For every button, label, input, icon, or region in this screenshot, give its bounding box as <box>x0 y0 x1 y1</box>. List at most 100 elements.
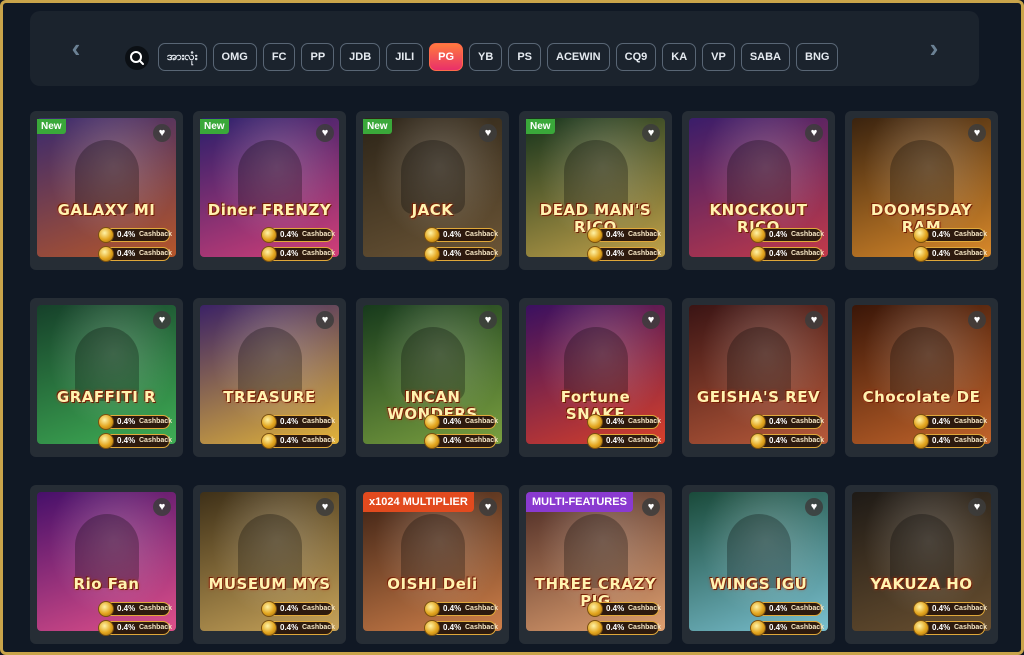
cashback-percent: 0.4% <box>606 230 625 239</box>
cashback-label: Cashback <box>465 250 499 257</box>
cashback-percent: 0.4% <box>769 249 788 258</box>
new-badge: New <box>37 119 66 134</box>
cashback-label: Cashback <box>791 624 825 631</box>
scroll-left-arrow-icon[interactable]: ‹ <box>66 35 86 61</box>
cashback-percent: 0.4% <box>443 230 462 239</box>
provider-chip[interactable]: PG <box>429 43 464 71</box>
coin-icon <box>587 227 603 243</box>
cashback-label: Cashback <box>302 231 336 238</box>
provider-chip[interactable]: VP <box>702 43 735 71</box>
provider-chip[interactable]: OMG <box>212 43 257 71</box>
game-card[interactable]: GRAFFITI R ♥ 0.4% Cashback 0.4% Cashback <box>30 298 183 457</box>
favorite-heart-icon[interactable]: ♥ <box>642 124 660 142</box>
cashback-badge: 0.4% Cashback <box>98 433 172 449</box>
favorite-heart-icon[interactable]: ♥ <box>968 124 986 142</box>
favorite-heart-icon[interactable]: ♥ <box>805 311 823 329</box>
game-card[interactable]: KNOCKOUT RICO♥0.4%Cashback0.4%Cashback <box>682 111 835 270</box>
game-card[interactable]: GALAXY MI New ♥ 0.4% Cashback 0.4% Cashback <box>30 111 183 270</box>
game-card[interactable]: GEISHA'S REV ♥ 0.4% Cashback 0.4% Cashback <box>682 298 835 457</box>
game-card[interactable]: OISHI Deli x1024 MULTIPLIER ♥ 0.4% Cashback 0… <box>356 485 509 644</box>
cashback-percent: 0.4% <box>606 623 625 632</box>
cashback-badge: 0.4% Cashback <box>261 246 336 262</box>
favorite-heart-icon[interactable]: ♥ <box>316 311 334 329</box>
cashback-label: Cashback <box>302 250 336 257</box>
new-badge: New <box>363 119 392 134</box>
coin-icon <box>424 414 440 430</box>
provider-chip[interactable]: ACEWIN <box>547 43 610 71</box>
cashback-badge: 0.4% Cashback <box>750 433 824 449</box>
coin-icon <box>750 227 766 243</box>
cashback-percent: 0.4% <box>932 417 951 426</box>
coin-icon <box>750 620 766 636</box>
favorite-heart-icon[interactable]: ♥ <box>968 498 986 516</box>
provider-chip[interactable]: BNG <box>796 43 839 71</box>
coin-icon <box>587 433 603 449</box>
cashback-percent: 0.4% <box>280 417 299 426</box>
coin-icon <box>587 246 603 262</box>
favorite-heart-icon[interactable]: ♥ <box>479 124 497 142</box>
cashback-percent: 0.4% <box>280 623 299 632</box>
favorite-heart-icon[interactable]: ♥ <box>805 498 823 516</box>
game-card[interactable]: JACK New ♥ 0.4% Cashback 0.4% Cashback <box>356 111 509 270</box>
cashback-percent: 0.4% <box>606 604 625 613</box>
coin-icon <box>261 246 277 262</box>
cashback-percent: 0.4% <box>769 417 788 426</box>
provider-chip[interactable]: FC <box>262 43 296 71</box>
favorite-heart-icon[interactable]: ♥ <box>805 124 823 142</box>
game-title: GRAFFITI R <box>56 388 157 406</box>
cashback-label: Cashback <box>628 231 662 238</box>
favorite-heart-icon[interactable]: ♥ <box>153 498 171 516</box>
provider-chip[interactable]: KA <box>662 43 697 71</box>
game-card[interactable]: Diner FRENZY New ♥ 0.4% Cashback 0.4% Cashback <box>193 111 346 270</box>
game-title: OISHI Deli <box>387 575 478 593</box>
favorite-heart-icon[interactable]: ♥ <box>479 311 497 329</box>
game-card[interactable]: MUSEUM MYS ♥ 0.4% Cashback 0.4% Cashback <box>193 485 346 644</box>
cashback-percent: 0.4% <box>280 436 299 445</box>
game-card[interactable]: YAKUZA HO ♥ 0.4% Cashback 0.4% Cashback <box>845 485 998 644</box>
scroll-right-arrow-icon[interactable]: › <box>924 35 944 61</box>
game-card[interactable]: WINGS IGU ♥ 0.4% Cashback 0.4% Cashback <box>682 485 835 644</box>
provider-chip[interactable]: PP <box>301 43 335 71</box>
provider-chip[interactable]: JDB <box>340 43 381 71</box>
provider-chip[interactable]: SABA <box>740 43 790 71</box>
feature-banner: MULTI-FEATURES <box>526 492 633 512</box>
game-card[interactable]: DEAD MAN'S RICONew♥0.4%Cashback0.4%Cashb… <box>519 111 672 270</box>
cashback-label: Cashback <box>628 605 662 612</box>
favorite-heart-icon[interactable]: ♥ <box>316 124 334 142</box>
cashback-label: Cashback <box>791 418 825 425</box>
favorite-heart-icon[interactable]: ♥ <box>479 498 497 516</box>
game-title: YAKUZA HO <box>870 575 973 593</box>
coin-icon <box>261 620 277 636</box>
game-card[interactable]: Fortune SNAKE♥0.4%Cashback0.4%Cashback <box>519 298 672 457</box>
game-card[interactable]: DOOMSDAY RAM♥0.4%Cashback0.4%Cashback <box>845 111 998 270</box>
provider-chip[interactable]: အားလုံး <box>158 43 207 71</box>
game-card[interactable]: THREE CRAZY PIGMULTI-FEATURES♥0.4%Cashba… <box>519 485 672 644</box>
provider-chip-list: အားလုံး OMG FC PP JDB JILI PG YB PS ACEWIN CQ9 KA VP… <box>158 43 839 71</box>
cashback-label: Cashback <box>628 624 662 631</box>
cashback-percent: 0.4% <box>443 604 462 613</box>
provider-chip[interactable]: PS <box>508 43 542 71</box>
provider-chip[interactable]: CQ9 <box>615 43 657 71</box>
game-card[interactable]: INCAN WONDERS♥0.4%Cashback0.4%Cashback <box>356 298 509 457</box>
app-frame: ‹ အားလုံး OMG FC PP JDB JILI PG YB PS ACEWIN CQ9 KA… <box>0 0 1024 655</box>
game-card[interactable]: Chocolate DE ♥ 0.4% Cashback 0.4% Cashback <box>845 298 998 457</box>
search-button[interactable] <box>125 46 149 70</box>
coin-icon <box>261 227 277 243</box>
favorite-heart-icon[interactable]: ♥ <box>153 311 171 329</box>
favorite-heart-icon[interactable]: ♥ <box>642 498 660 516</box>
cashback-badge: 0.4% Cashback <box>98 601 172 617</box>
cashback-badge: 0.4% Cashback <box>424 414 498 430</box>
favorite-heart-icon[interactable]: ♥ <box>642 311 660 329</box>
cashback-percent: 0.4% <box>443 249 462 258</box>
cashback-percent: 0.4% <box>769 436 788 445</box>
favorite-heart-icon[interactable]: ♥ <box>153 124 171 142</box>
game-card[interactable]: TREASURE ♥ 0.4% Cashback 0.4% Cashback <box>193 298 346 457</box>
cashback-badge: 0.4% Cashback <box>587 601 662 617</box>
provider-chip[interactable]: JILI <box>386 43 424 71</box>
game-card[interactable]: Rio Fan ♥ 0.4% Cashback 0.4% Cashback <box>30 485 183 644</box>
favorite-heart-icon[interactable]: ♥ <box>968 311 986 329</box>
new-badge: New <box>526 119 555 134</box>
cashback-percent: 0.4% <box>932 230 951 239</box>
favorite-heart-icon[interactable]: ♥ <box>316 498 334 516</box>
provider-chip[interactable]: YB <box>469 43 503 71</box>
